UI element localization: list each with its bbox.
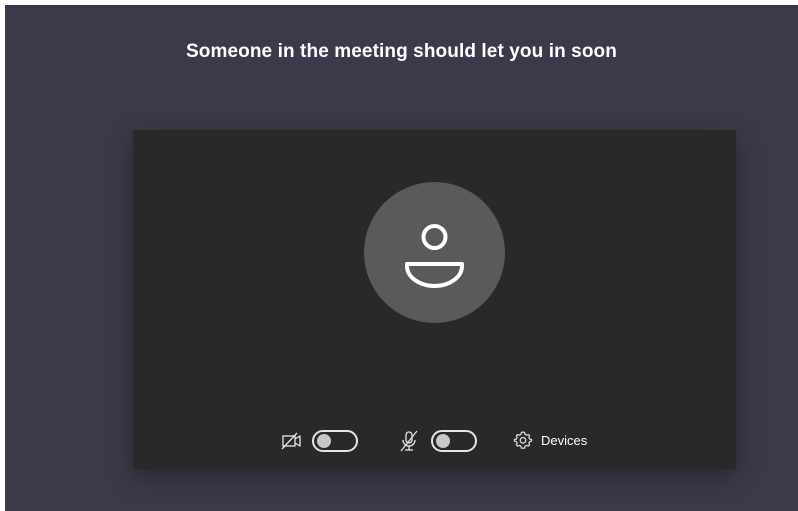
camera-toggle[interactable] [312, 430, 358, 452]
camera-toggle-knob [317, 434, 331, 448]
meeting-lobby-window: Someone in the meeting should let you in… [5, 5, 798, 511]
video-preview: Devices [133, 130, 736, 469]
gear-icon [513, 431, 533, 449]
avatar [364, 182, 505, 323]
devices-button[interactable]: Devices [513, 428, 587, 452]
camera-off-icon[interactable] [281, 432, 303, 450]
microphone-toggle[interactable] [431, 430, 477, 452]
microphone-off-icon[interactable] [399, 430, 419, 452]
devices-label: Devices [541, 432, 588, 448]
person-icon [405, 224, 464, 288]
media-controls: Devices [133, 421, 736, 461]
microphone-toggle-knob [436, 434, 450, 448]
lobby-status-title: Someone in the meeting should let you in… [186, 41, 617, 62]
